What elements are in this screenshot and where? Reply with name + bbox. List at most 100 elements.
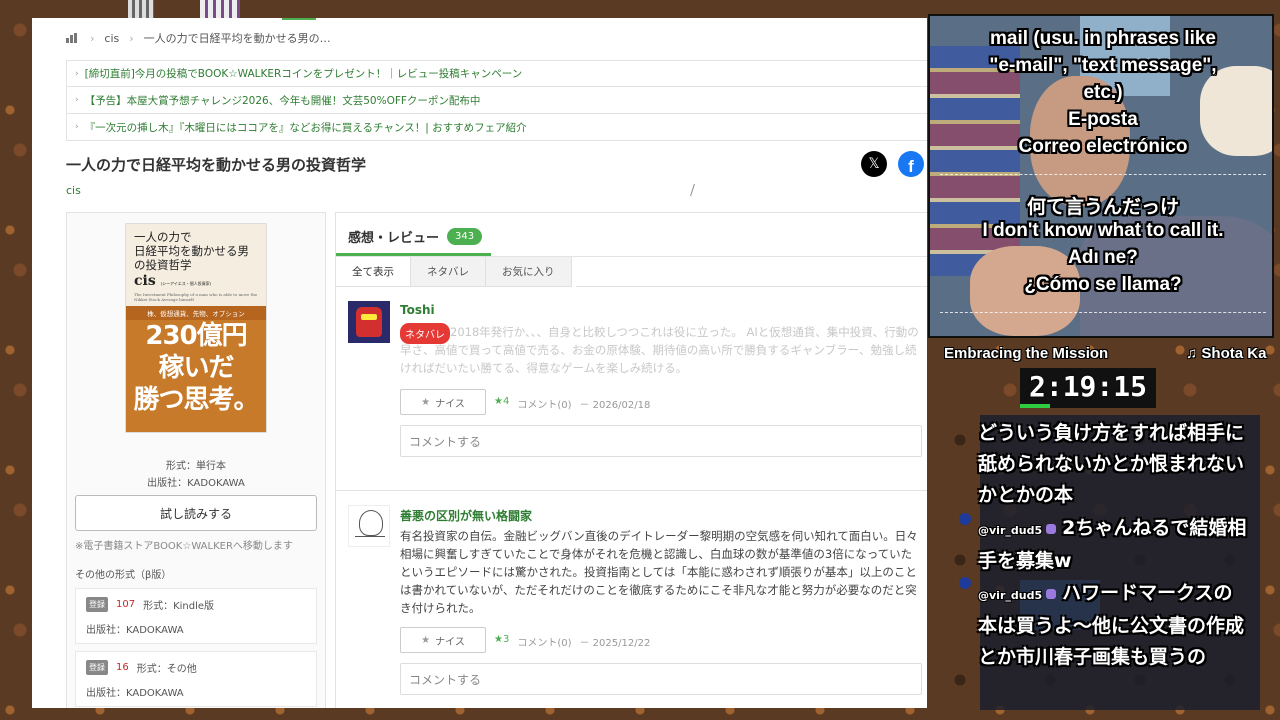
notice-item[interactable]: › 『一次元の挿し木』『木曜日にはココアを』などお得に買えるチャンス！| おすすめ… (66, 114, 927, 141)
divider (576, 286, 927, 287)
review-meta: ★4 コメント(0) － 2026/02/18 (494, 396, 650, 411)
nice-count: ★3 (494, 634, 510, 645)
subtitle-line: ¿Cómo se llama? (1024, 274, 1182, 295)
register-count: 107 (116, 599, 136, 610)
subtitle-line: mail (usu. in phrases like (990, 28, 1216, 49)
book-cover[interactable]: 一人の力で 日経平均を動かせる男 の投資哲学 cis (シーアイエス・個人投資家… (125, 223, 267, 433)
book-format: 形式：単行本 (166, 461, 226, 472)
cover-title-line: の投資哲学 (134, 258, 192, 272)
cover-english-title: The Investment Philosophy of a man who i… (134, 292, 258, 302)
notice-item[interactable]: › [締切直前]今月の投稿でBOOK☆WALKERコインをプレゼント！｜レビュー投… (66, 60, 927, 87)
format-label: 形式：その他 (136, 664, 197, 675)
timer-progress-bar (1020, 404, 1050, 408)
format-publisher: 出版社：KADOKAWA (86, 625, 184, 636)
bookmeter-page: › cis › 一人の力で日経平均を動かせる男の… › [締切直前]今月の投稿でB… (32, 18, 927, 708)
trial-read-button[interactable]: 試し読みする (75, 495, 317, 531)
nice-count: ★4 (494, 396, 510, 407)
chevron-right-icon: › (75, 122, 79, 132)
review-date: － 2026/02/18 (579, 400, 651, 411)
moderator-badge-icon (1046, 523, 1057, 534)
timer-value: 2:19:15 (1028, 370, 1147, 403)
subtitle-line: "e-mail", "text message", (989, 55, 1217, 76)
notice-item[interactable]: › 【予告】本屋大賞予想チャレンジ2026、今年も開催！文芸50%OFFクーポン配… (66, 87, 927, 114)
book-publisher: 出版社：KADOKAWA (147, 478, 245, 489)
book-info-panel: 一人の力で 日経平均を動かせる男 の投資哲学 cis (シーアイエス・個人投資家… (66, 212, 326, 708)
cover-title-line: 一人の力で (134, 230, 192, 244)
review-meta: ★3 コメント(0) － 2025/12/22 (494, 634, 650, 649)
x-logo-icon[interactable]: 𝕏 (861, 151, 887, 177)
register-badge: 登録 (86, 597, 108, 612)
review-text[interactable]: 2018年発行か、、、自身と比較しつつこれは役に立った。 AIと仮想通貨、集中投… (400, 323, 920, 377)
reviews-panel: 感想・レビュー 343 全て表示 ネタバレ お気に入り Toshi ネタバレ 2… (335, 212, 927, 708)
webcam-feed: mail (usu. in phrases like "e-mail", "te… (928, 14, 1274, 338)
comment-count[interactable]: コメント(0) (517, 396, 571, 411)
chevron-right-icon: › (75, 95, 79, 105)
avatar[interactable] (348, 505, 390, 547)
cover-headline: 稼いだ (158, 353, 234, 383)
nav-active-indicator (282, 18, 316, 20)
reviewer-name[interactable]: Toshi (400, 303, 435, 317)
review-count-badge: 343 (447, 228, 483, 245)
subtitle-line: Correo electrónico (1018, 136, 1188, 157)
pixel-sprite (128, 0, 154, 18)
chat-username: @vir_dud5 (978, 589, 1043, 602)
notice-text: 【予告】本屋大賞予想チャレンジ2026、今年も開催！文芸50%OFFクーポン配布… (84, 94, 481, 107)
review-date: － 2025/12/22 (579, 638, 651, 649)
comment-count[interactable]: コメント(0) (517, 634, 571, 649)
breadcrumb: › cis › 一人の力で日経平均を動かせる男の… (66, 30, 331, 46)
notice-text: 『一次元の挿し木』『木曜日にはココアを』などお得に買えるチャンス！| おすすめフ… (84, 121, 527, 134)
chat-message: @vir_dud5 ハワードマークスの本は買うよ～他に公文書の作成とか市川春子画集… (978, 578, 1248, 673)
other-formats-label: その他の形式（β版） (75, 570, 172, 581)
chat-message-text: どういう負け方をすれば相手に舐められないかとか恨まれないかとかの本 (978, 422, 1245, 506)
nice-label: ナイス (435, 398, 465, 410)
divider (336, 490, 927, 491)
bar-chart-icon[interactable] (66, 33, 80, 43)
subtitle-line: E-posta (1068, 109, 1138, 130)
chat-avatar-dot (959, 577, 971, 589)
now-playing-bar: Embracing the Mission ♫ Shota Ka (944, 342, 1280, 366)
comment-input[interactable]: コメントする (400, 663, 922, 695)
chat-message: @vir_dud5 2ちゃんねるで結婚相手を募集w (978, 513, 1248, 577)
chat-username: @vir_dud5 (978, 524, 1043, 537)
now-playing-artist: ♫ Shota Ka (1186, 345, 1267, 362)
now-playing-title: Embracing the Mission (944, 345, 1109, 362)
subtitle-line: Adı ne? (1068, 247, 1138, 268)
avatar[interactable] (348, 301, 390, 343)
facebook-logo-icon[interactable]: f (898, 151, 924, 177)
review-tabs: 全て表示 ネタバレ お気に入り (336, 257, 572, 287)
tab-favorites[interactable]: お気に入り (486, 257, 572, 287)
subtitle-line: etc.) (1083, 82, 1123, 103)
notice-list: › [締切直前]今月の投稿でBOOK☆WALKERコインをプレゼント！｜レビュー投… (66, 60, 927, 141)
cover-title-line: 日経平均を動かせる男 (134, 244, 249, 258)
cover-author-note: (シーアイエス・個人投資家) (160, 281, 212, 286)
chevron-right-icon: › (75, 68, 79, 79)
nice-button[interactable]: ★ ナイス (400, 627, 486, 653)
notice-text: [締切直前]今月の投稿でBOOK☆WALKERコインをプレゼント！｜レビュー投稿… (84, 68, 523, 80)
other-format-card[interactable]: 登録 16 形式：その他 出版社：KADOKAWA (75, 651, 317, 707)
chat-avatar-dot (959, 513, 971, 525)
reviewer-name[interactable]: 善悪の区別が無い格闘家 (400, 507, 532, 524)
breadcrumb-separator: › (129, 31, 134, 45)
chat-message: どういう負け方をすれば相手に舐められないかとか恨まれないかとかの本 (978, 418, 1248, 511)
breadcrumb-separator: › (90, 31, 95, 45)
nice-label: ナイス (435, 636, 465, 648)
breadcrumb-author-link[interactable]: cis (104, 32, 119, 45)
subtitle-line: I don't know what to call it. (982, 220, 1224, 241)
cover-subtitle: 株、仮想通貨、先物、オプション (126, 306, 266, 320)
nice-button[interactable]: ★ ナイス (400, 389, 486, 415)
other-format-card[interactable]: 登録 107 形式：Kindle版 出版社：KADOKAWA (75, 588, 317, 644)
tab-all[interactable]: 全て表示 (336, 257, 411, 287)
review-text[interactable]: 有名投資家の自伝。金融ビッグバン直後のデイトレーダー黎明期の空気感を伺い知れて面… (400, 527, 920, 617)
trial-note: ※電子書籍ストアBOOK☆WALKERへ移動します (75, 541, 293, 552)
author-link[interactable]: cis (66, 184, 81, 197)
star-icon: ★ (421, 396, 431, 408)
moderator-badge-icon (1046, 588, 1057, 599)
tab-spoilers[interactable]: ネタバレ (411, 257, 486, 287)
reviews-heading: 感想・レビュー (348, 231, 440, 246)
page-title: 一人の力で日経平均を動かせる男の投資哲学 (66, 156, 367, 174)
cover-author: cis (134, 273, 156, 289)
comment-input[interactable]: コメントする (400, 425, 922, 457)
subtitle-divider (940, 174, 1266, 175)
format-label: 形式：Kindle版 (143, 601, 215, 612)
register-count: 16 (116, 662, 129, 673)
